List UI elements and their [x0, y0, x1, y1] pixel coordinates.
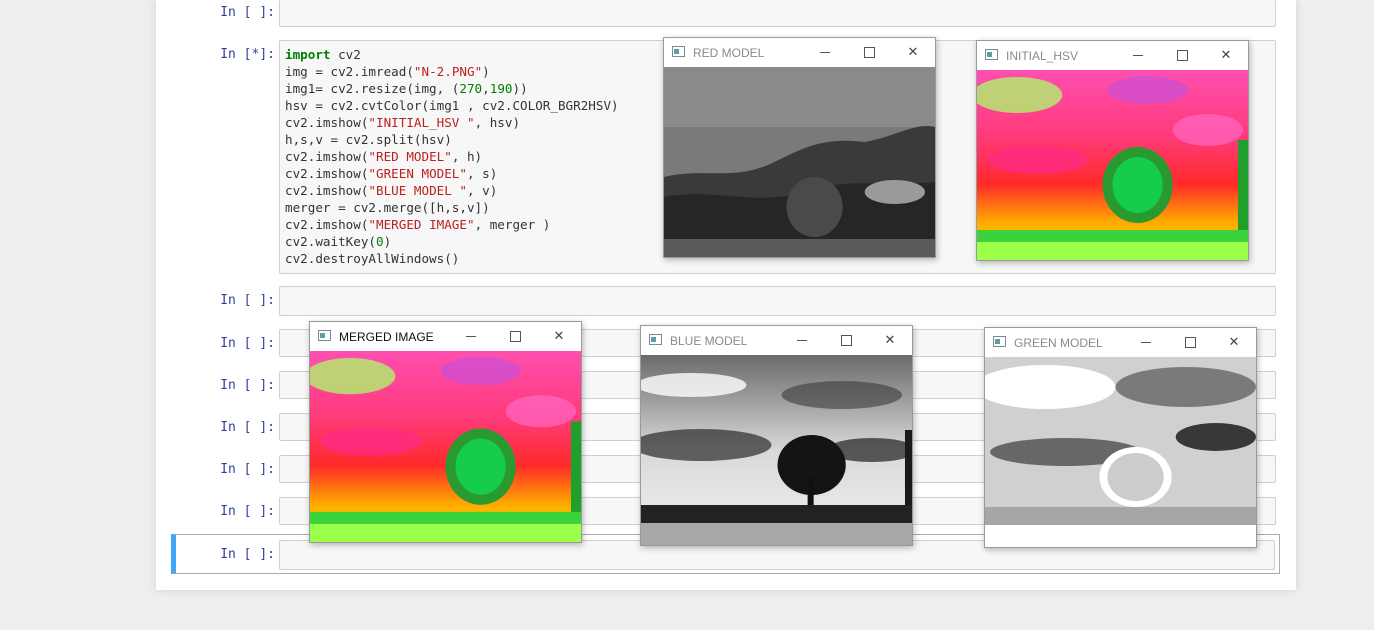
initial-hsv-window[interactable]: INITIAL_HSV ✕	[976, 40, 1249, 261]
code-text: cv2.destroyAllWindows()	[285, 251, 460, 266]
code-keyword: import	[285, 47, 331, 62]
code-text: cv2.imshow(	[285, 149, 369, 164]
green-model-window[interactable]: GREEN MODEL ✕	[984, 327, 1257, 548]
minimize-button[interactable]	[1116, 41, 1160, 70]
cell-prompt: In [ ]:	[220, 547, 275, 562]
close-button[interactable]: ✕	[537, 322, 581, 351]
close-icon: ✕	[553, 329, 565, 344]
minimize-icon	[797, 340, 807, 341]
code-text: h,s,v = cv2.split(hsv)	[285, 132, 452, 147]
cell-prompt: In [ ]:	[220, 420, 275, 435]
code-text: hsv = cv2.cvtColor(img1 , cv2.COLOR_BGR2…	[285, 98, 619, 113]
minimize-button[interactable]	[449, 322, 493, 351]
window-title: INITIAL_HSV	[1006, 49, 1079, 63]
window-titlebar[interactable]: GREEN MODEL ✕	[985, 328, 1256, 357]
window-titlebar[interactable]: INITIAL_HSV ✕	[977, 41, 1248, 70]
code-text: cv2.imshow(	[285, 217, 369, 232]
maximize-icon	[840, 335, 852, 346]
minimize-button[interactable]	[780, 326, 824, 355]
merged-image-window[interactable]: MERGED IMAGE ✕	[309, 321, 582, 543]
blue-model-image	[641, 355, 912, 545]
maximize-icon	[509, 331, 521, 342]
close-icon: ✕	[884, 333, 896, 348]
code-text: )	[383, 234, 392, 249]
code-text: img = cv2.imread(	[285, 64, 414, 79]
code-number: 0	[376, 234, 384, 249]
code-string: "INITIAL_HSV "	[368, 115, 475, 130]
red-model-window[interactable]: RED MODEL ✕	[663, 37, 936, 258]
close-button[interactable]: ✕	[1204, 41, 1248, 70]
minimize-icon	[466, 336, 476, 337]
app-window-icon	[993, 336, 1006, 347]
code-number: 270	[459, 81, 483, 96]
code-text: )	[482, 64, 490, 79]
maximize-icon	[1184, 337, 1196, 348]
cell-prompt: In [ ]:	[220, 5, 275, 20]
close-button[interactable]: ✕	[891, 38, 935, 67]
app-window-icon	[318, 330, 331, 341]
maximize-button[interactable]	[493, 322, 537, 351]
maximize-button[interactable]	[1168, 328, 1212, 357]
cell-prompt: In [ ]:	[220, 462, 275, 477]
window-title: RED MODEL	[693, 46, 765, 60]
code-text: , s)	[466, 166, 498, 181]
code-string: "N-2.PNG"	[413, 64, 483, 79]
code-string: "RED MODEL"	[368, 149, 452, 164]
cell-input-empty[interactable]	[279, 0, 1276, 27]
code-text: , merger )	[474, 217, 551, 232]
maximize-button[interactable]	[847, 38, 891, 67]
code-text: , h)	[451, 149, 483, 164]
code-text: cv2.imshow(	[285, 183, 369, 198]
window-titlebar[interactable]: RED MODEL ✕	[664, 38, 935, 67]
maximize-icon	[1176, 50, 1188, 61]
cell-input-empty[interactable]	[279, 286, 1276, 316]
window-titlebar[interactable]: BLUE MODEL ✕	[641, 326, 912, 355]
code-string: "BLUE MODEL "	[368, 183, 467, 198]
code-text: cv2	[330, 47, 361, 62]
minimize-button[interactable]	[1124, 328, 1168, 357]
maximize-icon	[863, 47, 875, 58]
code-number: 190	[489, 81, 513, 96]
minimize-icon	[1133, 55, 1143, 56]
close-button[interactable]: ✕	[868, 326, 912, 355]
minimize-icon	[1141, 342, 1151, 343]
maximize-button[interactable]	[824, 326, 868, 355]
close-icon: ✕	[907, 45, 919, 60]
code-text: merger = cv2.merge([h,s,v])	[285, 200, 490, 215]
minimize-icon	[820, 52, 830, 53]
code-string: "MERGED IMAGE"	[368, 217, 475, 232]
merged-image	[310, 351, 581, 542]
code-text: ))	[512, 81, 528, 96]
code-text: , v)	[466, 183, 498, 198]
minimize-button[interactable]	[803, 38, 847, 67]
blue-model-window[interactable]: BLUE MODEL ✕	[640, 325, 913, 546]
window-title: MERGED IMAGE	[339, 330, 434, 344]
app-window-icon	[672, 46, 685, 57]
code-text: cv2.waitKey(	[285, 234, 376, 249]
code-text: ,	[482, 81, 490, 96]
window-title: GREEN MODEL	[1014, 336, 1103, 350]
red-model-image	[664, 67, 935, 257]
code-text: cv2.imshow(	[285, 115, 369, 130]
close-icon: ✕	[1220, 48, 1232, 63]
code-text: , hsv)	[474, 115, 521, 130]
initial-hsv-image	[977, 70, 1248, 260]
window-titlebar[interactable]: MERGED IMAGE ✕	[310, 322, 581, 351]
window-title: BLUE MODEL	[670, 334, 748, 348]
app-window-icon	[985, 49, 998, 60]
close-icon: ✕	[1228, 335, 1240, 350]
green-model-image	[985, 357, 1256, 547]
cell-prompt: In [ ]:	[220, 293, 275, 308]
cell-prompt: In [ ]:	[220, 336, 275, 351]
app-window-icon	[649, 334, 662, 345]
cell-prompt-running: In [*]:	[220, 47, 275, 62]
code-text: cv2.imshow(	[285, 166, 369, 181]
close-button[interactable]: ✕	[1212, 328, 1256, 357]
cell-prompt: In [ ]:	[220, 504, 275, 519]
code-string: "GREEN MODEL"	[368, 166, 467, 181]
maximize-button[interactable]	[1160, 41, 1204, 70]
code-text: img1= cv2.resize(img, (	[285, 81, 460, 96]
cell-prompt: In [ ]:	[220, 378, 275, 393]
